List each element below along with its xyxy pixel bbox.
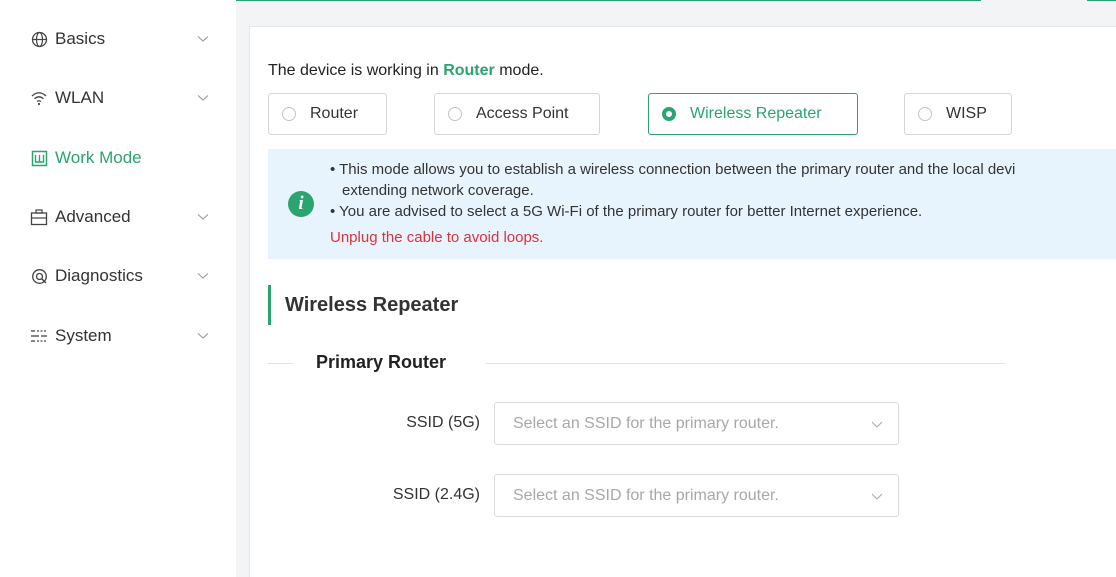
radio-icon bbox=[448, 107, 462, 121]
info-text: • This mode allows you to establish a wi… bbox=[330, 159, 1015, 222]
mode-option-label: Access Point bbox=[476, 105, 569, 122]
sidebar-item-label: Work Mode bbox=[55, 148, 142, 167]
ssid-5g-label: SSID (5G) bbox=[406, 414, 480, 431]
mode-option-label: Router bbox=[310, 105, 359, 122]
chevron-down-icon bbox=[196, 210, 210, 224]
subsection-title: Primary Router bbox=[316, 352, 447, 372]
mode-option-label: Wireless Repeater bbox=[690, 105, 822, 122]
chevron-down-icon bbox=[196, 269, 210, 283]
sidebar: Basics WLAN Work Mode Advanced Diagnosti… bbox=[0, 0, 236, 577]
ssid-24g-select[interactable]: Select an SSID for the primary router. bbox=[494, 474, 899, 517]
sidebar-item-diagnostics[interactable]: Diagnostics bbox=[0, 256, 236, 296]
select-placeholder: Select an SSID for the primary router. bbox=[513, 414, 779, 432]
globe-icon bbox=[30, 30, 48, 48]
mode-access-point-option[interactable]: Access Point bbox=[434, 93, 600, 135]
sidebar-item-work-mode[interactable]: Work Mode bbox=[0, 138, 236, 178]
chevron-down-icon bbox=[196, 91, 210, 105]
mode-wisp-option[interactable]: WISP bbox=[904, 93, 1012, 135]
sidebar-item-system[interactable]: System bbox=[0, 316, 236, 356]
sidebar-item-label: WLAN bbox=[55, 88, 105, 107]
system-icon bbox=[30, 327, 48, 345]
mode-option-label: WISP bbox=[946, 105, 987, 122]
info-line-1: • This mode allows you to establish a wi… bbox=[330, 161, 1016, 178]
info-line-3: • You are advised to select a 5G Wi-Fi o… bbox=[330, 203, 923, 220]
ssid-5g-select[interactable]: Select an SSID for the primary router. bbox=[494, 402, 899, 445]
select-placeholder: Select an SSID for the primary router. bbox=[513, 486, 779, 504]
warning-text: Unplug the cable to avoid loops. bbox=[330, 229, 544, 246]
sidebar-item-advanced[interactable]: Advanced bbox=[0, 197, 236, 237]
status-prefix: The device is working in bbox=[268, 62, 439, 79]
chevron-down-icon bbox=[870, 489, 884, 503]
radio-icon bbox=[282, 107, 296, 121]
mode-wireless-repeater-option[interactable]: Wireless Repeater bbox=[648, 93, 858, 135]
sidebar-item-label: Advanced bbox=[55, 207, 131, 226]
chevron-down-icon bbox=[870, 417, 884, 431]
radio-selected-icon bbox=[662, 107, 676, 121]
ssid-24g-label: SSID (2.4G) bbox=[392, 486, 480, 503]
status-suffix: mode. bbox=[499, 62, 544, 79]
section-title: Wireless Repeater bbox=[268, 285, 458, 325]
sidebar-item-label: Basics bbox=[55, 29, 106, 48]
radio-icon bbox=[918, 107, 932, 121]
sidebar-item-label: Diagnostics bbox=[55, 266, 143, 285]
current-mode: Router bbox=[443, 62, 495, 79]
advanced-icon bbox=[30, 208, 48, 226]
wifi-icon bbox=[30, 89, 48, 107]
chevron-down-icon bbox=[196, 32, 210, 46]
chevron-down-icon bbox=[196, 329, 210, 343]
divider bbox=[486, 363, 1005, 364]
info-line-2: extending network coverage. bbox=[342, 182, 534, 199]
divider bbox=[268, 363, 293, 364]
work-mode-status: The device is working in Router mode. bbox=[268, 62, 544, 80]
sidebar-item-basics[interactable]: Basics bbox=[0, 19, 236, 59]
top-accent-line bbox=[236, 0, 981, 1]
mode-router-option[interactable]: Router bbox=[268, 93, 387, 135]
diagnostics-icon bbox=[30, 267, 48, 285]
info-box: i • This mode allows you to establish a … bbox=[268, 149, 1116, 259]
info-icon: i bbox=[288, 191, 314, 217]
top-accent-line-right bbox=[1087, 0, 1116, 1]
sidebar-item-wlan[interactable]: WLAN bbox=[0, 78, 236, 118]
sidebar-item-label: System bbox=[55, 326, 112, 345]
work-mode-icon bbox=[30, 149, 48, 167]
